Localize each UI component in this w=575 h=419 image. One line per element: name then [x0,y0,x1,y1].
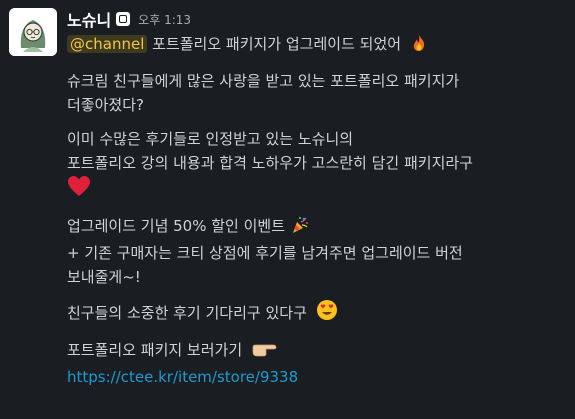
message-line: 이미 수많은 후기들로 인정받고 있는 노슈니의 [67,130,354,148]
paragraph-5: 포트폴리오 패키지 보러가기 https://ctee.kr/item/stor… [67,338,567,389]
timestamp[interactable]: 오후 1:13 [138,11,191,28]
paragraph-1: 슈크림 친구들에게 많은 사랑을 받고 있는 포트폴리오 패키지가 더좋아졌다? [67,69,567,117]
paragraph-4: 친구들의 소중한 후기 기다리구 있다구 [67,299,567,328]
avatar-illustration [9,8,57,56]
message-line: 슈크림 친구들에게 많은 사랑을 받고 있는 포트폴리오 패키지가 [67,72,460,90]
fire-icon [410,34,428,59]
message-line: + 기존 구매자는 크티 상점에 후기를 남겨주면 업그레이드 버전 [67,244,463,262]
avatar[interactable] [9,8,57,56]
message: 노슈니 오후 1:13 @channel 포트폴리오 패키지가 업그레이드 되었… [67,6,567,389]
message-line: @channel 포트폴리오 패키지가 업그레이드 되었어 [67,32,567,59]
paragraph-3: 업그레이드 기념 50% 할인 이벤트 + 기존 구매자는 크티 상점에 후기를… [67,214,567,289]
message-line: 포트폴리오 패키지 보러가기 [67,338,567,365]
message-header: 노슈니 오후 1:13 [67,6,567,32]
message-line: https://ctee.kr/item/store/9338 [67,365,567,389]
red-heart-icon [67,175,91,204]
store-link[interactable]: https://ctee.kr/item/store/9338 [67,368,298,386]
message-line: 더좋아졌다? [67,96,144,114]
message-text: 업그레이드 기념 50% 할인 이벤트 [67,217,286,235]
pointing-right-icon [251,340,277,365]
message-text: 포트폴리오 패키지 보러가기 [67,341,243,359]
message-line: 포트폴리오 강의 내용과 합격 노하우가 고스란히 담긴 패키지라구 [67,154,473,172]
party-popper-icon [291,216,309,241]
username[interactable]: 노슈니 [67,7,111,31]
heart-line [67,175,567,204]
message-line: 친구들의 소중한 후기 기다리구 있다구 [67,299,567,328]
app-badge-icon [116,12,131,26]
message-text: 포트폴리오 패키지가 업그레이드 되었어 [152,35,402,53]
channel-mention[interactable]: @channel [67,35,148,53]
message-text: 친구들의 소중한 후기 기다리구 있다구 [67,304,307,322]
heart-eyes-icon [316,299,338,328]
paragraph-2: 이미 수많은 후기들로 인정받고 있는 노슈니의 포트폴리오 강의 내용과 합격… [67,127,567,204]
message-line: 보내줄게~! [67,268,141,286]
message-line: 업그레이드 기념 50% 할인 이벤트 [67,214,567,241]
